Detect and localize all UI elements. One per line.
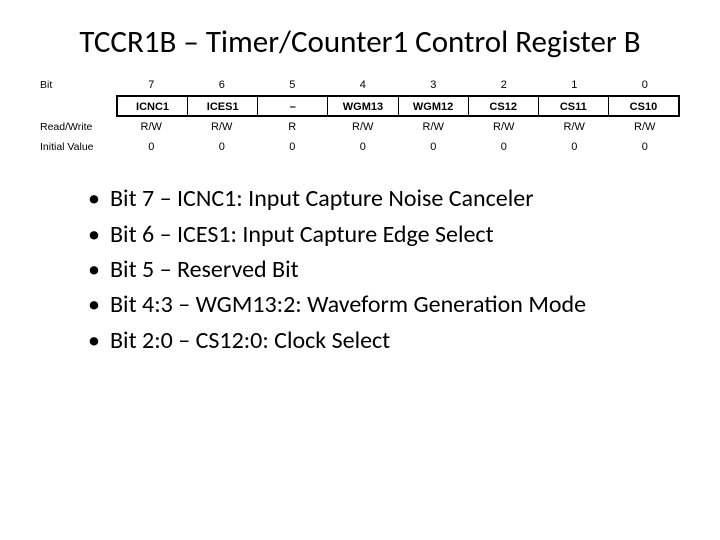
- bit-row-label: Bit: [40, 79, 116, 91]
- bit-number: 0: [610, 79, 681, 91]
- init-cell: 0: [328, 141, 399, 153]
- bit-number: 4: [328, 79, 399, 91]
- bit-name-cell: CS11: [539, 97, 609, 115]
- init-cell: 0: [610, 141, 681, 153]
- slide-title: TCCR1B – Timer/Counter1 Control Register…: [40, 24, 680, 61]
- init-row-label: Initial Value: [40, 141, 116, 153]
- rw-cell: R/W: [469, 121, 540, 133]
- rw-row-label: Read/Write: [40, 121, 116, 133]
- bit-name-cell: ICNC1: [118, 97, 188, 115]
- bit-name-cell: WGM12: [399, 97, 469, 115]
- bit-name-cell: –: [258, 97, 328, 115]
- bit-name-cell: ICES1: [188, 97, 258, 115]
- init-cell: 0: [539, 141, 610, 153]
- rw-cell: R/W: [187, 121, 258, 133]
- bullet-list: Bit 7 – ICNC1: Input Capture Noise Cance…: [40, 183, 680, 357]
- init-cell: 0: [398, 141, 469, 153]
- init-cell: 0: [116, 141, 187, 153]
- bit-name-row: ICNC1 ICES1 – WGM13 WGM12 CS12 CS11 CS10: [40, 95, 680, 117]
- bit-number: 7: [116, 79, 187, 91]
- rw-cell: R/W: [398, 121, 469, 133]
- bit-name-cell: CS10: [609, 97, 678, 115]
- bit-name-cell: CS12: [469, 97, 539, 115]
- init-cell: 0: [187, 141, 258, 153]
- bit-number: 5: [257, 79, 328, 91]
- bit-name-row-spacer: [40, 95, 116, 117]
- bit-number: 2: [469, 79, 540, 91]
- rw-cell: R/W: [539, 121, 610, 133]
- initial-value-row: Initial Value 0 0 0 0 0 0 0 0: [40, 137, 680, 157]
- bit-number: 1: [539, 79, 610, 91]
- rw-cell: R/W: [116, 121, 187, 133]
- bullet-item: Bit 4:3 – WGM13:2: Waveform Generation M…: [88, 289, 680, 321]
- bullet-item: Bit 7 – ICNC1: Input Capture Noise Cance…: [88, 183, 680, 215]
- bit-number: 6: [187, 79, 258, 91]
- rw-cell: R: [257, 121, 328, 133]
- init-cell: 0: [469, 141, 540, 153]
- bit-number-row: Bit 7 6 5 4 3 2 1 0: [40, 75, 680, 95]
- rw-cell: R/W: [610, 121, 681, 133]
- bullet-item: Bit 2:0 – CS12:0: Clock Select: [88, 325, 680, 357]
- bit-name-cell: WGM13: [328, 97, 398, 115]
- register-diagram: Bit 7 6 5 4 3 2 1 0 ICNC1 ICES1 – WGM13 …: [40, 75, 680, 157]
- bit-number: 3: [398, 79, 469, 91]
- rw-cell: R/W: [328, 121, 399, 133]
- bullet-item: Bit 6 – ICES1: Input Capture Edge Select: [88, 219, 680, 251]
- init-cell: 0: [257, 141, 328, 153]
- bullet-item: Bit 5 – Reserved Bit: [88, 254, 680, 286]
- read-write-row: Read/Write R/W R/W R R/W R/W R/W R/W R/W: [40, 117, 680, 137]
